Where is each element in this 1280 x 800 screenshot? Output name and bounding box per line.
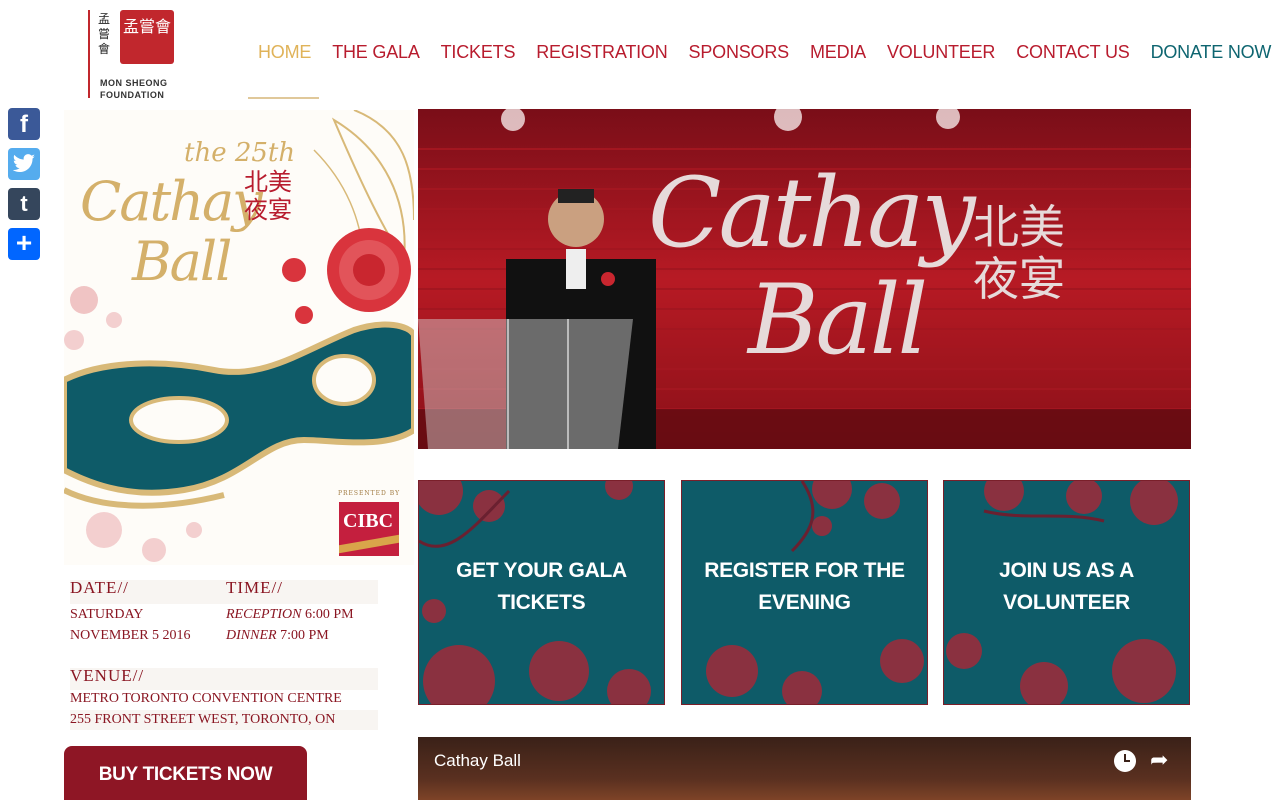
dinner-label: DINNER	[226, 628, 277, 643]
reception-time: RECEPTION 6:00 PM	[226, 604, 382, 625]
date-line2: NOVEMBER 5 2016	[70, 628, 191, 643]
poster-chinese-title: 北美夜宴	[244, 168, 292, 224]
date-label: DATE//	[70, 578, 129, 597]
logo-name-line2: FOUNDATION	[100, 90, 165, 100]
cibc-logo-text: CIBC	[343, 510, 394, 532]
twitter-icon	[12, 154, 36, 172]
tile-gala-tickets[interactable]: GET YOUR GALA TICKETS	[418, 480, 665, 705]
nav-contact-us[interactable]: CONTACT US	[1016, 42, 1130, 63]
poster-edition: the 25th	[184, 138, 296, 168]
video-player[interactable]: Cathay Ball ➦	[418, 737, 1191, 800]
tumblr-share-button[interactable]: t	[8, 188, 40, 220]
cathay-ball-poster: the 25th Cathay Ball 北美夜宴 PRESENTED BY C…	[64, 110, 414, 565]
plus-icon: +	[15, 227, 33, 258]
poster-title-cathay: Cathay	[80, 170, 263, 233]
venue-line1: METRO TORONTO CONVENTION CENTRE	[70, 691, 342, 706]
main-nav: HOME THE GALA TICKETS REGISTRATION SPONS…	[258, 42, 1271, 63]
nav-tickets[interactable]: TICKETS	[441, 42, 516, 63]
logo-chinese-vertical: 孟嘗會	[98, 12, 111, 56]
reception-time-value: 6:00 PM	[304, 607, 354, 622]
nav-active-underline	[248, 97, 319, 99]
hero-image: Cathay Ball 北美夜宴	[418, 109, 1191, 449]
hero-title-cathay: Cathay	[648, 157, 976, 269]
tile-register-evening[interactable]: REGISTER FOR THE EVENING	[681, 480, 928, 705]
dinner-time-value: 7:00 PM	[280, 628, 329, 643]
video-title[interactable]: Cathay Ball	[434, 751, 521, 771]
logo-name-line1: MON SHEONG	[100, 78, 168, 88]
buy-tickets-button[interactable]: BUY TICKETS NOW	[64, 746, 307, 800]
nav-the-gala[interactable]: THE GALA	[332, 42, 420, 63]
dinner-time: DINNER 7:00 PM	[226, 625, 382, 646]
tile-label: REGISTER FOR THE EVENING	[704, 559, 905, 614]
time-label: TIME//	[226, 578, 283, 597]
nav-media[interactable]: MEDIA	[810, 42, 866, 63]
twitter-share-button[interactable]	[8, 148, 40, 180]
nav-donate-now[interactable]: DONATE NOW	[1151, 42, 1272, 63]
nav-home[interactable]: HOME	[258, 42, 311, 63]
logo-seal: 孟嘗會	[120, 10, 174, 64]
tile-label: GET YOUR GALA TICKETS	[456, 559, 627, 614]
venue-line2: 255 FRONT STREET WEST, TORONTO, ON	[70, 712, 336, 727]
poster-presented-by: PRESENTED BY	[338, 490, 401, 497]
reception-label: RECEPTION	[226, 607, 302, 622]
share-icon[interactable]: ➦	[1150, 747, 1168, 773]
cibc-logo-stripe	[339, 534, 399, 554]
facebook-icon: f	[20, 111, 28, 138]
share-more-button[interactable]: +	[8, 228, 40, 260]
tile-volunteer[interactable]: JOIN US AS A VOLUNTEER	[943, 480, 1190, 705]
nav-sponsors[interactable]: SPONSORS	[689, 42, 790, 63]
tile-label: JOIN US AS A VOLUNTEER	[999, 559, 1134, 614]
date-line1: SATURDAY	[70, 607, 144, 622]
tumblr-icon: t	[20, 191, 28, 216]
poster-title-ball: Ball	[132, 230, 232, 293]
hero-title-ball: Ball	[748, 264, 928, 376]
nav-volunteer[interactable]: VOLUNTEER	[887, 42, 995, 63]
event-venue: VENUE// METRO TORONTO CONVENTION CENTRE …	[70, 666, 378, 730]
site-logo[interactable]: 孟嘗會 孟嘗會 MON SHEONG FOUNDATION	[88, 10, 178, 100]
event-date: DATE// SATURDAY NOVEMBER 5 2016	[70, 578, 220, 646]
facebook-share-button[interactable]: f	[8, 108, 40, 140]
watch-later-icon[interactable]	[1114, 750, 1136, 772]
cibc-logo: CIBC	[339, 502, 399, 556]
venue-label: VENUE//	[70, 666, 145, 685]
logo-bar	[88, 10, 90, 98]
nav-registration[interactable]: REGISTRATION	[536, 42, 667, 63]
event-time: TIME// RECEPTION 6:00 PM DINNER 7:00 PM	[226, 578, 382, 646]
hero-chinese-title: 北美夜宴	[973, 200, 1065, 306]
